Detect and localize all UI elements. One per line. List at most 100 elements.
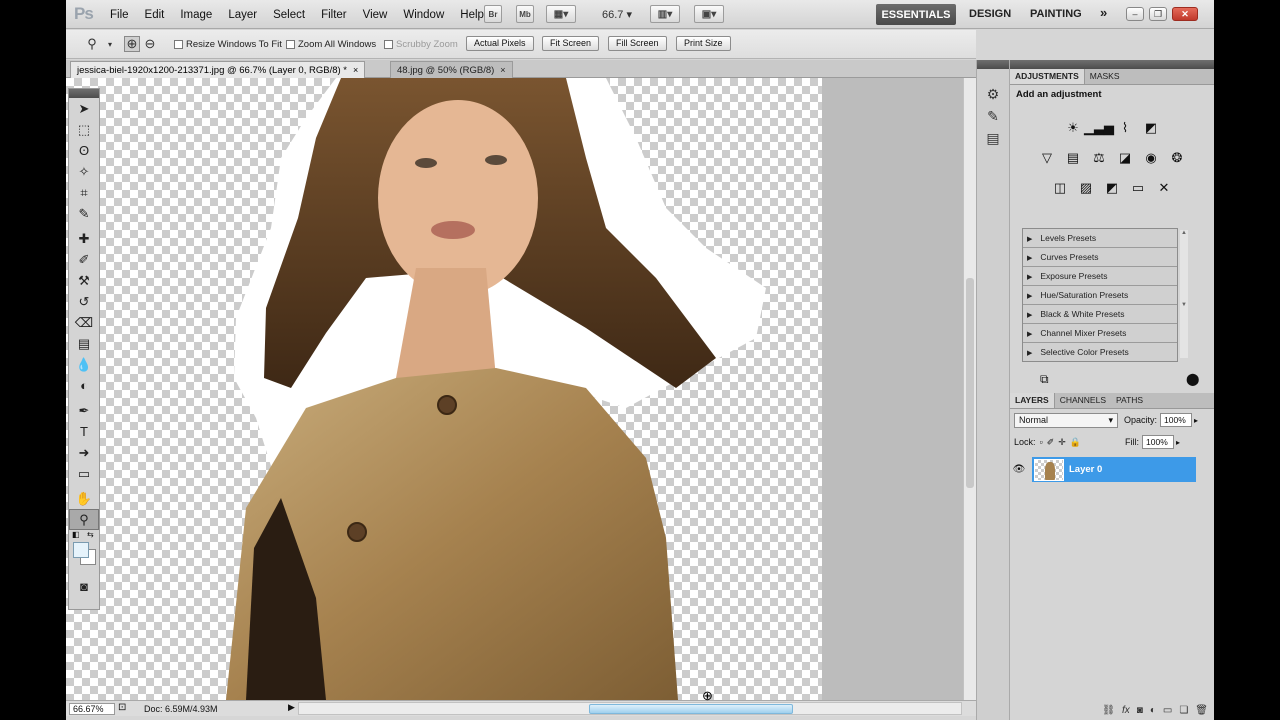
eyedropper-tool-icon[interactable]: ✎ <box>69 203 99 224</box>
panel-grip[interactable] <box>69 89 99 98</box>
levels-icon[interactable]: ▁▃▅ <box>1084 118 1114 138</box>
quick-selection-tool-icon[interactable]: ✧ <box>69 161 99 182</box>
minimize-button[interactable]: – <box>1126 7 1144 21</box>
selective-color-icon[interactable]: ✕ <box>1154 178 1174 198</box>
actions-panel-icon[interactable]: ✎ <box>977 105 1009 127</box>
hue-saturation-icon[interactable]: ▤ <box>1063 148 1083 168</box>
lock-position-icon[interactable]: ✛ <box>1058 437 1066 448</box>
brush-panel-icon[interactable]: ▤ <box>977 127 1009 149</box>
new-layer-icon[interactable]: ❏ <box>1179 705 1188 716</box>
threshold-icon[interactable]: ◩ <box>1102 178 1122 198</box>
black-white-icon[interactable]: ◪ <box>1115 148 1135 168</box>
preset-curves[interactable]: ▶ Curves Presets <box>1023 248 1177 267</box>
lock-transparent-icon[interactable]: ▫ <box>1040 437 1043 447</box>
lock-image-icon[interactable]: ✐ <box>1047 437 1055 448</box>
visibility-eye-icon[interactable]: 👁 <box>1010 464 1028 475</box>
close-tab-icon[interactable]: × <box>353 65 358 75</box>
menu-view[interactable]: View <box>355 9 396 21</box>
hand-tool-icon[interactable]: ✋ <box>69 488 99 509</box>
healing-brush-tool-icon[interactable]: ✚ <box>69 228 99 249</box>
tab-layers[interactable]: LAYERS <box>1010 393 1055 408</box>
crop-tool-icon[interactable]: ⌗ <box>69 182 99 203</box>
panel-grip[interactable] <box>977 60 1009 69</box>
invert-icon[interactable]: ◫ <box>1050 178 1070 198</box>
exposure-icon[interactable]: ◩ <box>1141 118 1161 138</box>
delete-layer-icon[interactable]: 🗑 <box>1195 705 1208 716</box>
view-extras-dropdown[interactable]: ▦▾ <box>546 5 576 23</box>
restore-button[interactable]: ❐ <box>1149 7 1167 21</box>
new-adjustment-icon[interactable]: ◐ <box>1150 705 1156 716</box>
presets-scrollbar[interactable]: ▲ ▼ <box>1180 230 1188 358</box>
history-panel-icon[interactable]: ⚙ <box>977 83 1009 105</box>
workspace-painting[interactable]: PAINTING <box>1030 8 1082 20</box>
scrollbar-thumb[interactable] <box>966 278 974 488</box>
workspace-more[interactable]: » <box>1100 5 1107 20</box>
gradient-tool-icon[interactable]: ▤ <box>69 333 99 354</box>
default-colors-icon[interactable]: ◧ <box>72 530 80 539</box>
zoom-tool-icon[interactable]: ⚲ <box>69 509 99 530</box>
swap-colors-icon[interactable]: ⇆ <box>87 530 94 539</box>
zoom-level-field[interactable]: 66.7 ▾ <box>602 8 632 21</box>
tab-paths[interactable]: PATHS <box>1111 393 1148 408</box>
tab-jessica-biel-document[interactable]: jessica-biel-1920x1200-213371.jpg @ 66.7… <box>70 61 366 78</box>
shape-tool-icon[interactable]: ▭ <box>69 463 99 484</box>
dodge-tool-icon[interactable]: ◐ <box>69 375 99 396</box>
link-layers-icon[interactable]: ⛓ <box>1102 705 1115 716</box>
brightness-contrast-icon[interactable]: ☀ <box>1063 118 1083 138</box>
tab-channels[interactable]: CHANNELS <box>1055 393 1111 408</box>
vertical-scrollbar[interactable] <box>963 78 976 700</box>
fill-field[interactable]: 100% <box>1142 435 1175 449</box>
preset-black-white[interactable]: ▶ Black & White Presets <box>1023 305 1177 324</box>
scrubby-zoom-checkbox[interactable]: Scrubby Zoom <box>384 39 458 50</box>
print-size-button[interactable]: Print Size <box>676 36 731 51</box>
preset-exposure[interactable]: ▶ Exposure Presets <box>1023 267 1177 286</box>
channel-mixer-icon[interactable]: ❂ <box>1167 148 1187 168</box>
tab-masks[interactable]: MASKS <box>1085 69 1125 84</box>
clip-to-layer-icon[interactable]: ⬤ <box>1186 372 1199 386</box>
new-group-icon[interactable]: ▭ <box>1163 705 1172 716</box>
lasso-tool-icon[interactable]: ʘ <box>69 140 99 161</box>
add-mask-icon[interactable]: ◙ <box>1137 705 1143 716</box>
color-balance-icon[interactable]: ⚖ <box>1089 148 1109 168</box>
history-brush-tool-icon[interactable]: ↺ <box>69 291 99 312</box>
opacity-field[interactable]: 100% <box>1160 413 1193 427</box>
layer-row-layer-0[interactable]: 👁 Layer 0 <box>1010 457 1196 482</box>
fit-screen-button[interactable]: Fit Screen <box>542 36 600 51</box>
horizontal-scrollbar[interactable] <box>298 702 962 715</box>
workspace-essentials[interactable]: ESSENTIALS <box>876 4 956 25</box>
scrollbar-thumb[interactable] <box>589 704 793 714</box>
panel-grip[interactable] <box>1010 60 1214 69</box>
vibrance-icon[interactable]: ▽ <box>1037 148 1057 168</box>
menu-select[interactable]: Select <box>265 9 313 21</box>
mini-bridge-button[interactable]: Mb <box>516 5 534 23</box>
preset-hue-saturation[interactable]: ▶ Hue/Saturation Presets <box>1023 286 1177 305</box>
status-menu-arrow-icon[interactable]: ▶ <box>288 702 295 713</box>
zoom-in-icon[interactable]: ⊕ <box>124 36 140 52</box>
blur-tool-icon[interactable]: 💧 <box>69 354 99 375</box>
gradient-map-icon[interactable]: ▭ <box>1128 178 1148 198</box>
photo-filter-icon[interactable]: ◉ <box>1141 148 1161 168</box>
status-info-icon[interactable]: ⊡ <box>118 702 126 713</box>
close-button[interactable]: ✕ <box>1172 7 1198 21</box>
tab-adjustments[interactable]: ADJUSTMENTS <box>1010 69 1085 84</box>
return-to-list-icon[interactable]: ⧉ <box>1040 372 1049 387</box>
opacity-arrow-icon[interactable]: ▸ <box>1194 416 1198 425</box>
menu-filter[interactable]: Filter <box>313 9 355 21</box>
preset-channel-mixer[interactable]: ▶ Channel Mixer Presets <box>1023 324 1177 343</box>
resize-windows-checkbox[interactable]: Resize Windows To Fit <box>174 39 282 50</box>
menu-file[interactable]: File <box>102 9 137 21</box>
fill-arrow-icon[interactable]: ▸ <box>1176 438 1180 447</box>
menu-image[interactable]: Image <box>172 9 220 21</box>
tab-48-document[interactable]: 48.jpg @ 50% (RGB/8) × <box>390 61 513 78</box>
blend-mode-select[interactable]: Normal <box>1014 412 1118 428</box>
document-canvas[interactable] <box>66 78 963 700</box>
preset-levels[interactable]: ▶ Levels Presets <box>1023 229 1177 248</box>
lock-all-icon[interactable]: 🔒 <box>1070 437 1081 448</box>
screen-mode-dropdown[interactable]: ▣▾ <box>694 5 724 23</box>
layer-style-icon[interactable]: fx <box>1122 705 1130 716</box>
menu-layer[interactable]: Layer <box>220 9 265 21</box>
clone-stamp-tool-icon[interactable]: ⚒ <box>69 270 99 291</box>
fill-screen-button[interactable]: Fill Screen <box>608 36 667 51</box>
marquee-tool-icon[interactable]: ⬚ <box>69 119 99 140</box>
arrange-documents-dropdown[interactable]: ▥▾ <box>650 5 680 23</box>
